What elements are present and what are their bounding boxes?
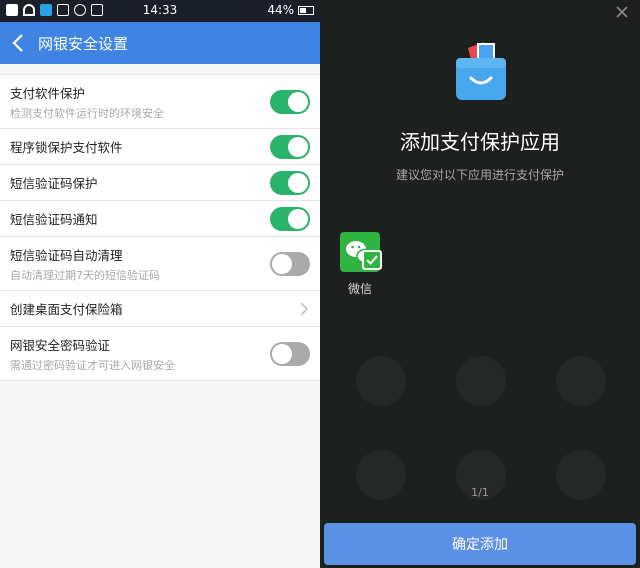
setting-label: 短信验证码自动清理 xyxy=(10,247,123,263)
setting-payment-protection[interactable]: 支付软件保护 检测支付软件运行时的环境安全 xyxy=(0,75,320,129)
setting-sms-code-protection[interactable]: 短信验证码保护 xyxy=(0,165,320,201)
safebox-logo-icon xyxy=(448,38,514,104)
setting-sms-code-notify[interactable]: 短信验证码通知 xyxy=(0,201,320,237)
dialog-title: 添加支付保护应用 xyxy=(400,130,560,154)
battery-percent: 44% xyxy=(267,3,294,17)
app-name: 微信 xyxy=(347,282,372,296)
setting-app-lock[interactable]: 程序锁保护支付软件 xyxy=(0,129,320,165)
sms-protection-toggle[interactable] xyxy=(270,170,310,195)
setting-label: 短信验证码通知 xyxy=(10,212,98,227)
payment-protection-toggle[interactable] xyxy=(270,89,310,114)
setting-label: 创建桌面支付保险箱 xyxy=(10,302,123,317)
setting-description: 自动清理过期7天的短信验证码 xyxy=(10,268,160,282)
dialog-subtitle: 建议您对以下应用进行支付保护 xyxy=(395,168,564,182)
status-bar: 14:33 44% xyxy=(0,0,320,22)
setting-label: 支付软件保护 xyxy=(10,85,86,101)
back-arrow-icon[interactable] xyxy=(8,31,28,55)
password-verify-toggle[interactable] xyxy=(270,341,310,366)
app-bar: 网银安全设置 xyxy=(0,22,320,64)
setting-label: 程序锁保护支付软件 xyxy=(10,140,123,155)
sms-notify-toggle[interactable] xyxy=(270,206,310,231)
settings-list: 支付软件保护 检测支付软件运行时的环境安全 程序锁保护支付软件 短信验证码保护 … xyxy=(0,74,320,381)
settings-screen: 14:33 44% 网银安全设置 支付软件保护 检测支付软件运行时的环境安全 程… xyxy=(0,0,320,568)
chevron-right-icon xyxy=(298,301,310,317)
checkmark-icon[interactable] xyxy=(362,250,382,270)
confirm-add-button[interactable]: 确定添加 xyxy=(324,523,636,565)
setting-label: 网银安全密码验证 xyxy=(10,337,111,353)
setting-sms-auto-clean[interactable]: 短信验证码自动清理 自动清理过期7天的短信验证码 xyxy=(0,237,320,291)
setting-description: 检测支付软件运行时的环境安全 xyxy=(10,106,164,120)
setting-desktop-safebox[interactable]: 创建桌面支付保险箱 xyxy=(0,291,320,327)
page-title: 网银安全设置 xyxy=(38,34,129,53)
close-icon[interactable] xyxy=(614,4,630,20)
battery-icon xyxy=(298,5,314,15)
page-indicator: 1/1 xyxy=(471,486,489,499)
setting-description: 需通过密码验证才可进入网银安全 xyxy=(10,358,175,372)
sms-auto-clean-toggle[interactable] xyxy=(270,251,310,276)
add-protection-dialog: 添加支付保护应用 建议您对以下应用进行支付保护 微信 1/1 确定添加 xyxy=(320,0,640,568)
battery-indicator: 44% xyxy=(267,3,314,17)
setting-password-verify[interactable]: 网银安全密码验证 需通过密码验证才可进入网银安全 xyxy=(0,327,320,381)
placeholder-slot xyxy=(556,356,606,406)
setting-label: 短信验证码保护 xyxy=(10,176,98,191)
app-lock-toggle[interactable] xyxy=(270,134,310,159)
placeholder-slot xyxy=(356,356,406,406)
placeholder-slot xyxy=(456,356,506,406)
